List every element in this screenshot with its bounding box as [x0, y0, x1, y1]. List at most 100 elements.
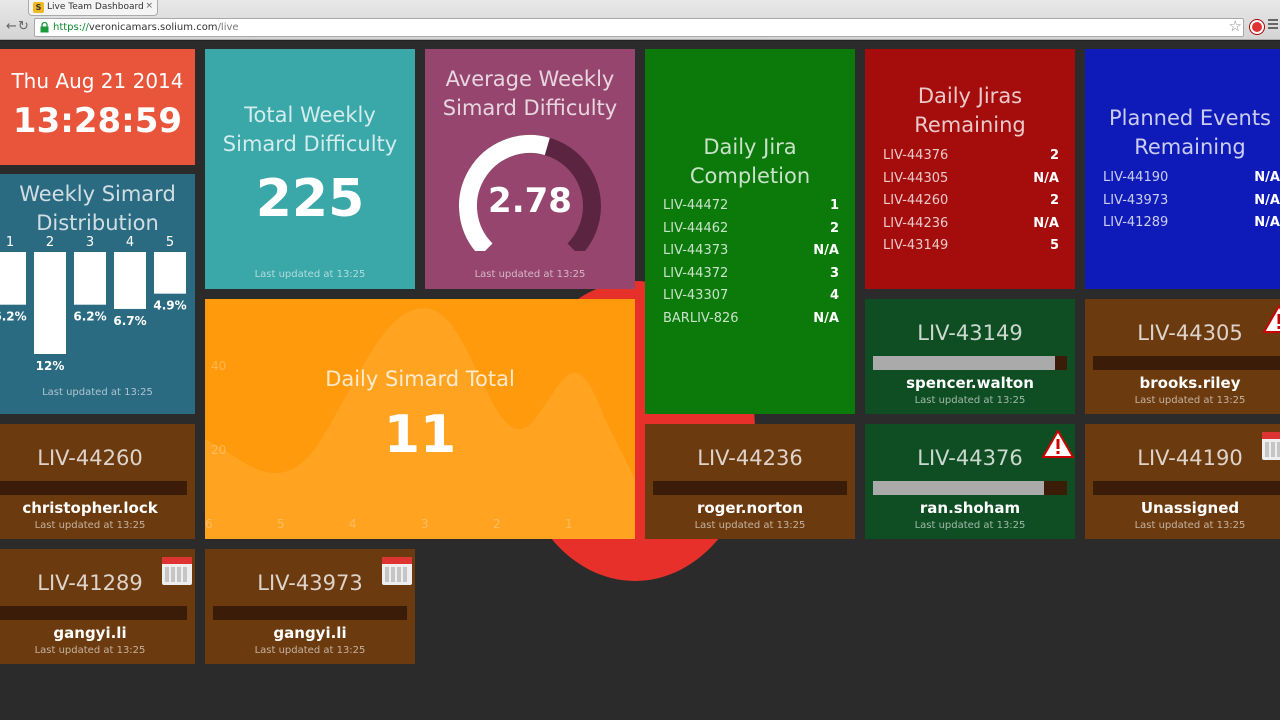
jira-progress-bar	[873, 481, 1067, 495]
dashboard: Thu Aug 21 2014 13:28:59 Weekly Simard D…	[0, 41, 1280, 720]
jira-tile-liv44305[interactable]: LIV-44305 brooks.riley Last updated at 1…	[1085, 299, 1280, 414]
url-path: /live	[217, 22, 239, 33]
jira-code: LIV-44190	[1137, 446, 1243, 470]
list-item[interactable]: LIV-43973 N/A	[1103, 190, 1280, 213]
jira-tile-liv44190[interactable]: LIV-44190 Unassigned Last updated at 13:…	[1085, 424, 1280, 539]
jira-progress-bar	[0, 606, 187, 620]
list-item-key: LIV-44236	[883, 215, 949, 231]
simard-total-value: 11	[383, 405, 457, 465]
list-item-value: N/A	[1254, 170, 1280, 185]
list-item-key: LIV-44462	[663, 220, 729, 236]
jira-assignee: brooks.riley	[1139, 374, 1241, 392]
clock-date: Thu Aug 21 2014	[11, 69, 184, 93]
bar-value-label: 4.9%	[153, 299, 186, 313]
list-item[interactable]: LIV-44373 N/A	[663, 240, 839, 263]
bar-category-label: 2	[46, 236, 54, 250]
list-item-value: N/A	[1033, 170, 1059, 186]
list-item-key: LIV-41289	[1103, 215, 1169, 230]
bookmark-star-icon[interactable]: ☆	[1229, 17, 1242, 35]
jira-tile-liv43973[interactable]: LIV-43973 gangyi.li Last updated at 13:2…	[205, 549, 415, 664]
jira-tile-liv43149[interactable]: LIV-43149 spencer.walton Last updated at…	[865, 299, 1075, 414]
close-icon[interactable]: ×	[145, 1, 153, 11]
bar	[114, 252, 146, 309]
planned-list: LIV-44190 N/A LIV-43973 N/A LIV-41289 N/A	[1103, 167, 1280, 235]
jira-assignee: gangyi.li	[53, 624, 127, 642]
tab-title: Live Team Dashboard	[47, 2, 144, 12]
completion-list: LIV-44472 1 LIV-44462 2 LIV-44373 N/A LIV-4437…	[663, 195, 839, 330]
distribution-chart: 1 6.2% 2 12% 3 6.2% 4 6.7% 5 4.9%	[0, 236, 187, 373]
list-item[interactable]: LIV-41289 N/A	[1103, 212, 1280, 235]
x-tick-label: 3	[421, 517, 429, 531]
list-item-value: 4	[829, 288, 839, 303]
list-item-key: LIV-44372	[663, 265, 729, 281]
bar	[74, 252, 106, 305]
list-item-key: LIV-44305	[883, 170, 949, 186]
jira-progress-bar	[653, 481, 847, 495]
calendar-icon	[382, 557, 412, 585]
total-weekly-title: Total Weekly Simard Difficulty	[222, 103, 398, 156]
warning-icon	[1042, 430, 1074, 458]
distribution-tile: Weekly Simard Distribution 1 6.2% 2 12% 3 6.2…	[0, 174, 195, 414]
list-item[interactable]: LIV-44305 N/A	[883, 168, 1059, 191]
total-weekly-tile: Total Weekly Simard Difficulty 225 Last …	[205, 49, 415, 289]
list-item[interactable]: LIV-44462 2	[663, 218, 839, 241]
total-weekly-value: 225	[255, 169, 365, 229]
list-item-value: N/A	[1033, 215, 1059, 231]
list-item[interactable]: LIV-44190 N/A	[1103, 167, 1280, 190]
jira-progress-bar	[873, 356, 1067, 370]
list-item[interactable]: LIV-43307 4	[663, 285, 839, 308]
back-arrow-icon[interactable]: ←	[6, 19, 17, 34]
list-item-key: LIV-43307	[663, 288, 729, 303]
reload-icon[interactable]: ↻	[18, 19, 29, 34]
list-item[interactable]: LIV-43149 5	[883, 235, 1059, 258]
bar-category-label: 1	[6, 236, 14, 250]
x-tick-label: 5	[277, 517, 285, 531]
list-item-key: LIV-44373	[663, 243, 729, 258]
bar	[154, 252, 186, 294]
jira-tile-liv44376[interactable]: LIV-44376 ran.shoham Last updated at 13:…	[865, 424, 1075, 539]
average-weekly-tile: Average Weekly Simard Difficulty 2.78 La…	[425, 49, 635, 289]
browser-chrome: S Live Team Dashboard × ← ↻ https://vero…	[0, 0, 1280, 40]
jira-tile-liv44236[interactable]: LIV-44236 roger.norton Last updated at 1…	[645, 424, 855, 539]
list-item[interactable]: LIV-44372 3	[663, 263, 839, 286]
list-item[interactable]: LIV-44236 N/A	[883, 213, 1059, 236]
list-item[interactable]: BARLIV-826 N/A	[663, 308, 839, 331]
jira-code: LIV-44236	[697, 446, 803, 470]
list-item-key: LIV-44472	[663, 198, 729, 213]
bar-value-label: 6.7%	[113, 314, 146, 328]
list-item[interactable]: LIV-44260 2	[883, 190, 1059, 213]
list-item-value: 2	[1049, 193, 1059, 208]
bar-value-label: 6.2%	[73, 310, 106, 324]
total-weekly-updated: Last updated at 13:25	[254, 269, 366, 280]
list-item[interactable]: LIV-44376 2	[883, 145, 1059, 168]
jira-updated: Last updated at 13:25	[694, 520, 806, 531]
clock-time: 13:28:59	[12, 101, 183, 141]
planned-tile: Planned Events Remaining LIV-44190 N/A LIV…	[1085, 49, 1280, 289]
jira-tile-liv44260[interactable]: LIV-44260 christopher.lock Last updated …	[0, 424, 195, 539]
x-tick-label: 1	[565, 517, 573, 531]
favicon-icon: S	[33, 2, 44, 13]
average-weekly-value: 2.78	[488, 181, 572, 221]
list-item-value: 5	[1049, 238, 1059, 253]
list-item-value: N/A	[813, 243, 839, 258]
jira-code: LIV-44305	[1137, 321, 1243, 345]
bar	[0, 252, 26, 305]
remaining-title: Daily Jiras Remaining	[914, 84, 1026, 137]
list-item-value: 2	[829, 220, 839, 236]
menu-icon[interactable]	[1268, 19, 1278, 31]
bar-category-label: 3	[86, 236, 94, 250]
list-item-value: N/A	[1254, 192, 1280, 208]
jira-tile-liv41289[interactable]: LIV-41289 gangyi.li Last updated at 13:2…	[0, 549, 195, 664]
x-tick-label: 4	[349, 517, 357, 531]
browser-tab[interactable]: S Live Team Dashboard ×	[28, 0, 158, 16]
url-bar[interactable]: https://veronicamars.solium.com/live	[34, 18, 1244, 37]
jira-assignee: ran.shoham	[919, 499, 1021, 517]
jira-assignee: spencer.walton	[906, 374, 1034, 392]
list-item-value: 1	[829, 198, 839, 213]
extension-icon[interactable]	[1250, 20, 1264, 34]
list-item-value: 3	[829, 265, 839, 281]
jira-updated: Last updated at 13:25	[254, 645, 366, 656]
remaining-tile: Daily Jiras Remaining LIV-44376 2 LIV-4430…	[865, 49, 1075, 289]
list-item[interactable]: LIV-44472 1	[663, 195, 839, 218]
jira-updated: Last updated at 13:25	[914, 395, 1026, 406]
